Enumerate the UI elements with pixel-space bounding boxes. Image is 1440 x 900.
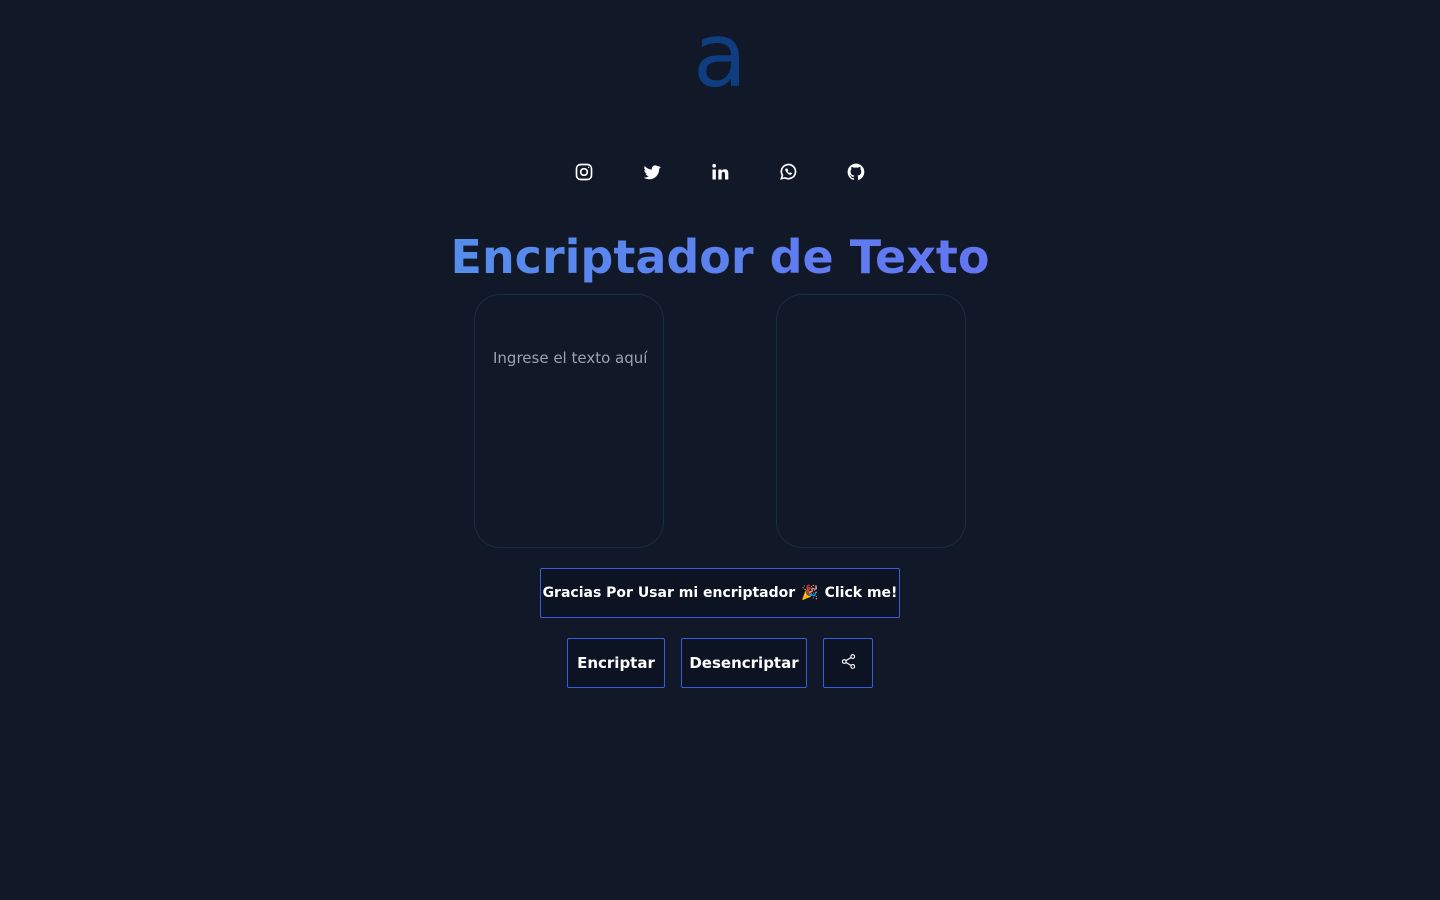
share-button[interactable] bbox=[823, 638, 873, 688]
whatsapp-link[interactable] bbox=[754, 146, 822, 198]
twitter-icon bbox=[642, 162, 662, 182]
thanks-button[interactable]: Gracias Por Usar mi encriptador 🎉 Click … bbox=[540, 568, 900, 618]
party-popper-icon: 🎉 bbox=[801, 585, 819, 601]
page-title: Encriptador de Texto bbox=[0, 227, 1440, 287]
twitter-link[interactable] bbox=[618, 146, 686, 198]
text-input[interactable] bbox=[493, 340, 793, 520]
logo-a-icon: a bbox=[693, 4, 747, 107]
whatsapp-icon bbox=[778, 162, 798, 182]
thanks-text: Gracias Por Usar mi encriptador bbox=[542, 585, 796, 601]
linkedin-icon bbox=[710, 162, 730, 182]
instagram-link[interactable] bbox=[550, 146, 618, 198]
encrypt-button[interactable]: Encriptar bbox=[567, 638, 665, 688]
instagram-icon bbox=[574, 162, 594, 182]
share-icon bbox=[840, 653, 857, 674]
linkedin-link[interactable] bbox=[686, 146, 754, 198]
social-links bbox=[550, 146, 890, 198]
output-panel bbox=[776, 294, 966, 548]
github-link[interactable] bbox=[822, 146, 890, 198]
github-icon bbox=[846, 162, 866, 182]
decrypt-button[interactable]: Desencriptar bbox=[681, 638, 807, 688]
thanks-cta: Click me! bbox=[824, 585, 898, 601]
page: a Encriptador de Texto Ingrese el texto … bbox=[0, 0, 1440, 900]
